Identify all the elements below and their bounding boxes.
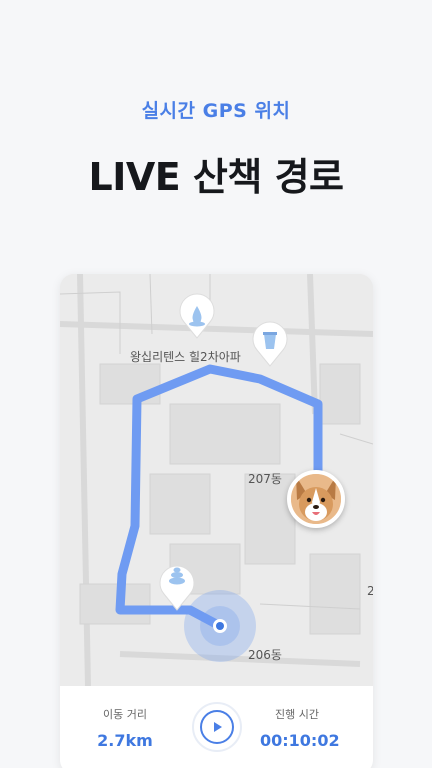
feature-subtitle: 실시간 GPS 위치 (141, 100, 291, 122)
time-label: 진행 시간 (275, 708, 319, 721)
feature-headline: LIVE 산책 경로 (88, 155, 344, 199)
map-view[interactable]: 왕십리텐스 힐2차아파 207동 206동 2 (60, 274, 373, 686)
time-value: 00:10:02 (260, 731, 340, 750)
building-207-label: 207동 (248, 472, 282, 486)
location-dot-icon (213, 619, 227, 633)
building-name-label: 왕십리텐스 힐2차아파 (130, 350, 241, 364)
walk-stats-bar: 이동 거리 2.7km 진행 시간 00:10:02 (60, 686, 373, 768)
phone-mockup: 왕십리텐스 힐2차아파 207동 206동 2 이동 거리 2.7km 진행 시… (60, 274, 373, 768)
play-icon (214, 722, 222, 732)
dog-avatar[interactable] (287, 470, 345, 528)
edge-label: 2 (367, 584, 373, 598)
play-ring (200, 710, 234, 744)
distance-label: 이동 거리 (103, 708, 147, 721)
distance-stat: 이동 거리 2.7km (90, 706, 160, 750)
time-stat: 진행 시간 00:10:02 (260, 706, 340, 750)
building-206-label: 206동 (248, 648, 282, 662)
play-button[interactable] (192, 702, 242, 752)
distance-value: 2.7km (97, 731, 153, 750)
dog-face-icon (291, 474, 341, 524)
